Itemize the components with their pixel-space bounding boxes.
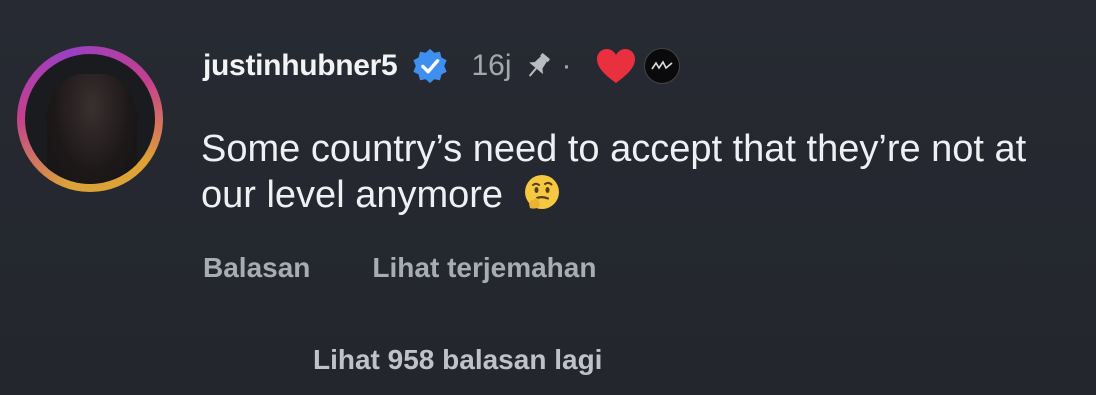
username-link[interactable]: justinhubner5 — [203, 49, 398, 83]
avatar-figure — [47, 74, 137, 184]
comment-actions: Balasan Lihat terjemahan — [203, 252, 596, 284]
heart-icon[interactable] — [594, 46, 638, 86]
view-more-replies-button[interactable]: Lihat 958 balasan lagi — [313, 344, 602, 376]
avatar-image — [25, 54, 155, 184]
thinking-face-icon — [524, 175, 559, 209]
comment-body: Some country’s need to accept that they’… — [201, 126, 1061, 218]
translate-button[interactable]: Lihat terjemahan — [372, 252, 596, 284]
creator-badge-mark — [650, 60, 673, 70]
reply-button[interactable]: Balasan — [203, 252, 310, 284]
separator-dot: · — [561, 49, 572, 82]
creator-badge-icon — [643, 48, 680, 84]
comment-card: justinhubner5 16j · Some country’s need … — [0, 0, 1096, 395]
comment-text: Some country’s need to accept that they’… — [201, 128, 1027, 216]
timestamp: 16j — [471, 49, 512, 82]
comment-header: justinhubner5 16j · — [203, 46, 680, 86]
avatar[interactable] — [17, 46, 163, 192]
verified-badge-icon — [413, 48, 448, 84]
pin-icon — [528, 53, 550, 77]
